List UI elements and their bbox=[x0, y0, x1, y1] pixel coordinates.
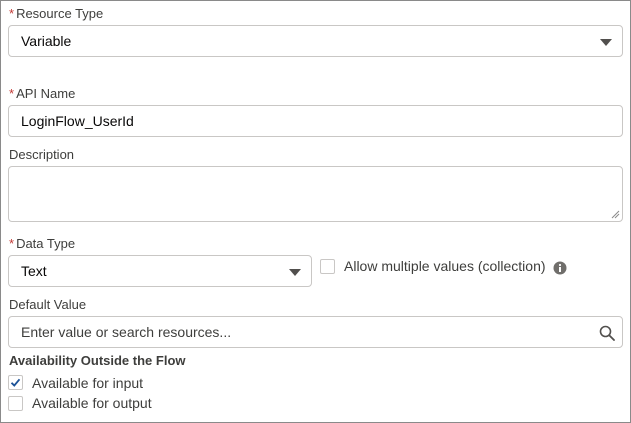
default-value-label-text: Default Value bbox=[9, 297, 87, 312]
data-type-select[interactable]: Text bbox=[8, 255, 312, 287]
resource-type-select[interactable]: Variable bbox=[8, 25, 623, 57]
api-name-input[interactable]: LoginFlow_UserId bbox=[8, 105, 623, 137]
required-marker: * bbox=[9, 236, 15, 251]
resource-type-label-text: Resource Type bbox=[16, 6, 104, 21]
default-value-placeholder: Enter value or search resources... bbox=[21, 324, 232, 340]
available-for-input-checkbox[interactable] bbox=[8, 375, 23, 390]
allow-multiple-label: Allow multiple values (collection) bbox=[344, 258, 546, 274]
available-for-output-checkbox[interactable] bbox=[8, 396, 23, 411]
data-type-label: * Data Type bbox=[9, 236, 75, 252]
api-name-label: * API Name bbox=[9, 86, 75, 102]
allow-multiple-checkbox[interactable] bbox=[320, 259, 335, 274]
search-icon[interactable] bbox=[599, 325, 615, 341]
resource-type-value: Variable bbox=[21, 33, 72, 49]
default-value-input[interactable]: Enter value or search resources... bbox=[8, 316, 623, 348]
chevron-down-icon bbox=[289, 269, 301, 276]
description-label: Description bbox=[9, 147, 74, 163]
availability-heading: Availability Outside the Flow bbox=[9, 353, 186, 368]
chevron-down-icon bbox=[600, 39, 612, 46]
required-marker: * bbox=[9, 86, 15, 101]
data-type-value: Text bbox=[21, 263, 47, 279]
available-for-input-label: Available for input bbox=[32, 375, 144, 391]
api-name-label-text: API Name bbox=[16, 86, 76, 101]
required-marker: * bbox=[9, 6, 15, 21]
default-value-label: Default Value bbox=[9, 297, 86, 313]
resource-type-label: * Resource Type bbox=[9, 6, 103, 22]
available-for-output-label: Available for output bbox=[32, 395, 152, 411]
description-label-text: Description bbox=[9, 147, 75, 162]
resize-handle-icon[interactable] bbox=[611, 210, 620, 219]
description-textarea[interactable] bbox=[8, 166, 623, 222]
api-name-value: LoginFlow_UserId bbox=[21, 113, 134, 129]
checkmark-icon bbox=[10, 378, 21, 387]
data-type-label-text: Data Type bbox=[16, 236, 76, 251]
info-icon[interactable] bbox=[553, 261, 567, 275]
